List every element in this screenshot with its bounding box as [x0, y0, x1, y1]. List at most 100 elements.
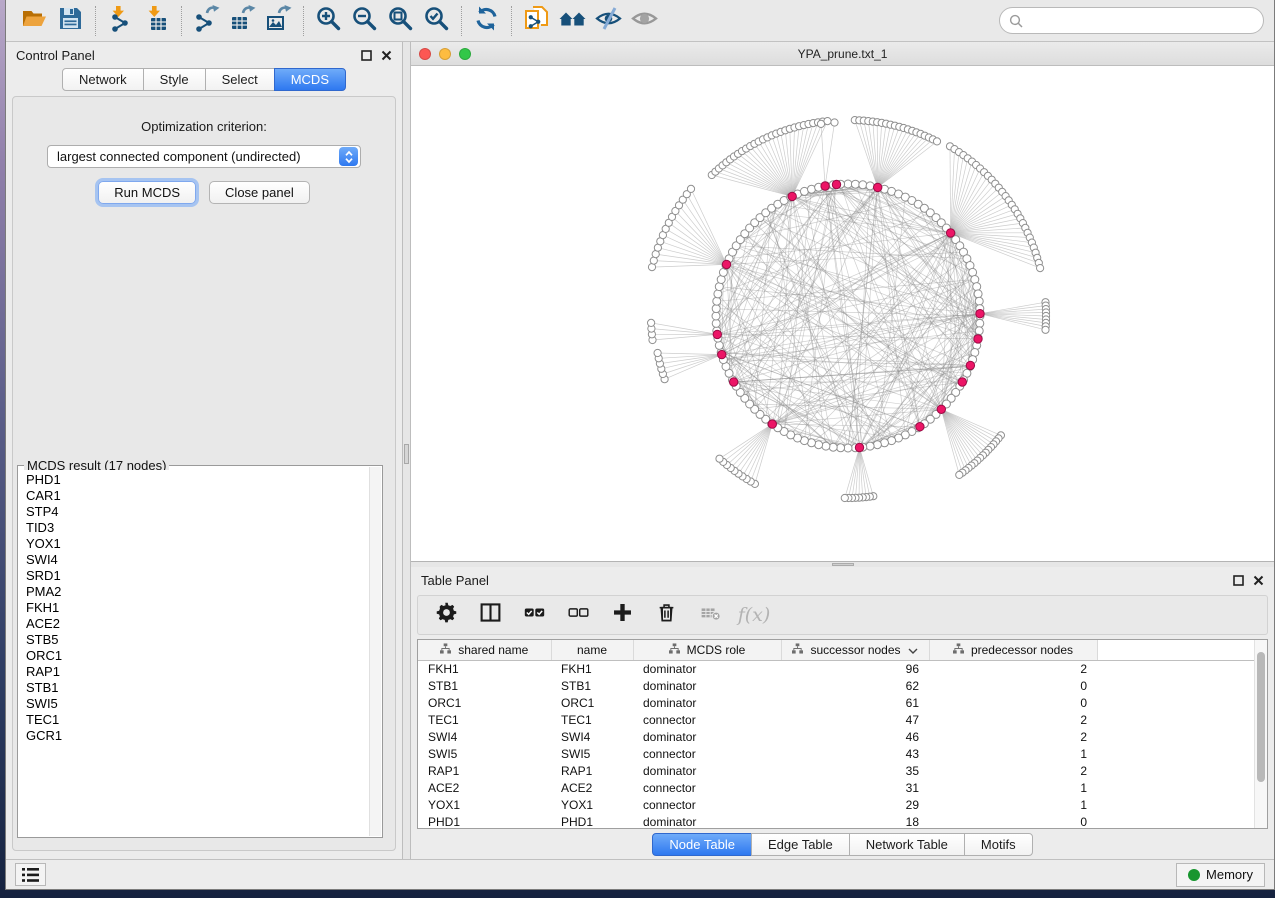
first-neighbors-button[interactable]: [554, 4, 590, 38]
mcds-result-item[interactable]: PHD1: [26, 472, 369, 488]
table-row[interactable]: RAP1RAP1dominator352: [418, 762, 1267, 779]
memory-button[interactable]: Memory: [1176, 863, 1265, 887]
apply-layout-button[interactable]: [468, 4, 504, 38]
zoom-fit-button[interactable]: [382, 4, 418, 38]
table-settings-button[interactable]: [430, 600, 462, 630]
column-header-predecessor-nodes[interactable]: predecessor nodes: [929, 640, 1097, 660]
table-row[interactable]: ACE2ACE2connector311: [418, 779, 1267, 796]
cell-shared-name[interactable]: FKH1: [418, 660, 551, 677]
table-row[interactable]: SWI4SWI4dominator462: [418, 728, 1267, 745]
cell-MCDS-role[interactable]: dominator: [633, 762, 781, 779]
mcds-result-item[interactable]: FKH1: [26, 600, 369, 616]
column-header-name[interactable]: name: [551, 640, 633, 660]
table-row[interactable]: SWI5SWI5connector431: [418, 745, 1267, 762]
cell-predecessor-nodes[interactable]: 0: [929, 813, 1097, 829]
cell-MCDS-role[interactable]: connector: [633, 711, 781, 728]
table-scrollbar-thumb[interactable]: [1257, 652, 1265, 782]
deselect-all-button[interactable]: [562, 600, 594, 630]
search-input[interactable]: [1029, 13, 1254, 28]
mcds-result-item[interactable]: ACE2: [26, 616, 369, 632]
table-scrollbar[interactable]: [1254, 640, 1267, 828]
export-table-button[interactable]: [224, 4, 260, 38]
cell-shared-name[interactable]: SWI4: [418, 728, 551, 745]
float-panel-icon[interactable]: [361, 50, 372, 61]
cell-successor-nodes[interactable]: 18: [781, 813, 929, 829]
horizontal-splitter[interactable]: [411, 562, 1274, 567]
clone-network-button[interactable]: [518, 4, 554, 38]
float-table-panel-icon[interactable]: [1233, 575, 1244, 586]
table-row[interactable]: YOX1YOX1connector291: [418, 796, 1267, 813]
zoom-selected-button[interactable]: [418, 4, 454, 38]
run-mcds-button[interactable]: Run MCDS: [98, 181, 196, 204]
cell-shared-name[interactable]: TEC1: [418, 711, 551, 728]
mcds-result-item[interactable]: STB1: [26, 680, 369, 696]
cell-predecessor-nodes[interactable]: 2: [929, 711, 1097, 728]
cell-predecessor-nodes[interactable]: 0: [929, 694, 1097, 711]
mcds-result-item[interactable]: TEC1: [26, 712, 369, 728]
tab-motifs[interactable]: Motifs: [964, 833, 1033, 856]
cell-shared-name[interactable]: SWI5: [418, 745, 551, 762]
column-header-shared-name[interactable]: shared name: [418, 640, 551, 660]
cell-shared-name[interactable]: STB1: [418, 677, 551, 694]
cell-name[interactable]: RAP1: [551, 762, 633, 779]
mcds-list-scrollbar[interactable]: [369, 467, 381, 836]
cell-shared-name[interactable]: PHD1: [418, 813, 551, 829]
show-column-button[interactable]: [474, 600, 506, 630]
column-header-successor-nodes[interactable]: successor nodes: [781, 640, 929, 660]
cell-name[interactable]: SWI4: [551, 728, 633, 745]
save-session-button[interactable]: [52, 4, 88, 38]
cell-MCDS-role[interactable]: dominator: [633, 660, 781, 677]
network-view[interactable]: [411, 66, 1274, 561]
cell-successor-nodes[interactable]: 61: [781, 694, 929, 711]
mcds-result-item[interactable]: CAR1: [26, 488, 369, 504]
zoom-in-button[interactable]: [310, 4, 346, 38]
cell-name[interactable]: PHD1: [551, 813, 633, 829]
table-row[interactable]: ORC1ORC1dominator610: [418, 694, 1267, 711]
maximize-window-icon[interactable]: [459, 48, 471, 60]
criterion-select[interactable]: largest connected component (undirected): [47, 145, 361, 168]
delete-column-button[interactable]: [650, 600, 682, 630]
mcds-result-item[interactable]: RAP1: [26, 664, 369, 680]
cell-MCDS-role[interactable]: connector: [633, 796, 781, 813]
close-window-icon[interactable]: [419, 48, 431, 60]
cell-successor-nodes[interactable]: 47: [781, 711, 929, 728]
table-row[interactable]: TEC1TEC1connector472: [418, 711, 1267, 728]
cell-successor-nodes[interactable]: 29: [781, 796, 929, 813]
cell-successor-nodes[interactable]: 43: [781, 745, 929, 762]
tab-node-table[interactable]: Node Table: [652, 833, 752, 856]
import-network-button[interactable]: [102, 4, 138, 38]
mcds-result-item[interactable]: SWI5: [26, 696, 369, 712]
horizontal-splitter-grip[interactable]: [832, 563, 854, 566]
cell-predecessor-nodes[interactable]: 1: [929, 745, 1097, 762]
cell-MCDS-role[interactable]: dominator: [633, 694, 781, 711]
column-header-MCDS-role[interactable]: MCDS role: [633, 640, 781, 660]
cell-shared-name[interactable]: RAP1: [418, 762, 551, 779]
cell-successor-nodes[interactable]: 62: [781, 677, 929, 694]
close-table-panel-icon[interactable]: [1253, 575, 1264, 586]
tab-network[interactable]: Network: [62, 68, 144, 91]
cell-shared-name[interactable]: ORC1: [418, 694, 551, 711]
mcds-result-item[interactable]: PMA2: [26, 584, 369, 600]
mcds-result-item[interactable]: ORC1: [26, 648, 369, 664]
select-all-button[interactable]: [518, 600, 550, 630]
table-row[interactable]: PHD1PHD1dominator180: [418, 813, 1267, 829]
mcds-result-item[interactable]: GCR1: [26, 728, 369, 744]
export-image-button[interactable]: [260, 4, 296, 38]
tab-mcds[interactable]: MCDS: [274, 68, 346, 91]
cell-predecessor-nodes[interactable]: 0: [929, 677, 1097, 694]
splitter-grip[interactable]: [404, 444, 409, 464]
table-row[interactable]: STB1STB1dominator620: [418, 677, 1267, 694]
cell-name[interactable]: STB1: [551, 677, 633, 694]
cell-predecessor-nodes[interactable]: 1: [929, 796, 1097, 813]
cell-MCDS-role[interactable]: connector: [633, 779, 781, 796]
tab-style[interactable]: Style: [143, 68, 206, 91]
cell-successor-nodes[interactable]: 35: [781, 762, 929, 779]
tab-edge-table[interactable]: Edge Table: [751, 833, 850, 856]
mcds-result-item[interactable]: SRD1: [26, 568, 369, 584]
search-box[interactable]: [999, 7, 1264, 34]
cell-shared-name[interactable]: YOX1: [418, 796, 551, 813]
cell-predecessor-nodes[interactable]: 2: [929, 762, 1097, 779]
create-column-button[interactable]: [606, 600, 638, 630]
minimize-window-icon[interactable]: [439, 48, 451, 60]
mcds-result-item[interactable]: TID3: [26, 520, 369, 536]
